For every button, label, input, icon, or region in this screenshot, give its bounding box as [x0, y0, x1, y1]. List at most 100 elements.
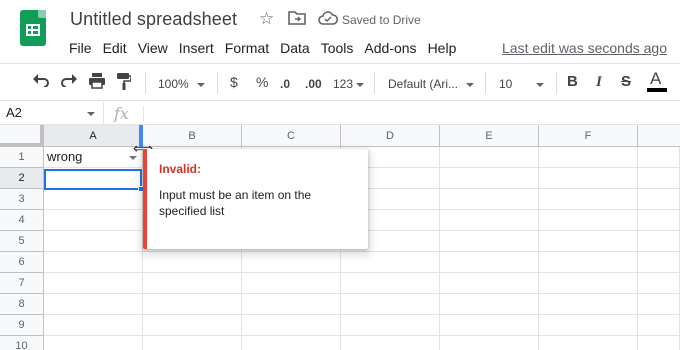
cell-a5[interactable]: [44, 231, 143, 252]
decrease-decimal-button[interactable]: .0: [280, 75, 290, 93]
cell-a7[interactable]: [44, 273, 143, 294]
sheets-logo-icon[interactable]: [20, 10, 46, 46]
move-folder-icon[interactable]: [288, 9, 306, 30]
row-header-6[interactable]: 6: [0, 252, 44, 273]
select-all-corner[interactable]: [0, 125, 44, 147]
zoom-select[interactable]: 100%: [158, 75, 205, 93]
increase-decimal-button[interactable]: .00: [305, 75, 322, 93]
text-color-button[interactable]: A: [650, 70, 661, 88]
cell-overflow[interactable]: [638, 147, 680, 168]
redo-icon[interactable]: [60, 73, 78, 91]
cell-a6[interactable]: [44, 252, 143, 273]
cell-overflow[interactable]: [638, 168, 680, 189]
cell-overflow[interactable]: [638, 336, 680, 350]
menu-file[interactable]: File: [69, 40, 92, 56]
row-header-8[interactable]: 8: [0, 294, 44, 315]
paint-format-icon[interactable]: [117, 73, 132, 94]
column-header-next[interactable]: [638, 125, 680, 147]
cell-f5[interactable]: [539, 231, 638, 252]
menu-insert[interactable]: Insert: [179, 40, 214, 56]
cell-c8[interactable]: [242, 294, 341, 315]
cell-overflow[interactable]: [638, 315, 680, 336]
column-header-d[interactable]: D: [341, 125, 440, 147]
cell-b9[interactable]: [143, 315, 242, 336]
menu-addons[interactable]: Add-ons: [364, 40, 416, 56]
cell-c7[interactable]: [242, 273, 341, 294]
cell-f2[interactable]: [539, 168, 638, 189]
menu-help[interactable]: Help: [428, 40, 457, 56]
percent-format-button[interactable]: %: [256, 73, 268, 91]
cell-overflow[interactable]: [638, 231, 680, 252]
cell-a3[interactable]: [44, 189, 143, 210]
cell-c6[interactable]: [242, 252, 341, 273]
menu-edit[interactable]: Edit: [103, 40, 127, 56]
cell-c10[interactable]: [242, 336, 341, 350]
cell-f1[interactable]: [539, 147, 638, 168]
row-header-10[interactable]: 10: [0, 336, 44, 350]
cell-b6[interactable]: [143, 252, 242, 273]
cell-a4[interactable]: [44, 210, 143, 231]
cell-e6[interactable]: [440, 252, 539, 273]
cell-d8[interactable]: [341, 294, 440, 315]
star-icon[interactable]: ☆: [259, 9, 274, 29]
menu-format[interactable]: Format: [225, 40, 269, 56]
italic-button[interactable]: I: [596, 73, 602, 91]
print-icon[interactable]: [88, 73, 106, 93]
column-header-b[interactable]: B: [143, 125, 242, 147]
cell-b10[interactable]: [143, 336, 242, 350]
name-box[interactable]: A2: [0, 102, 104, 125]
undo-icon[interactable]: [32, 73, 50, 91]
cell-e10[interactable]: [440, 336, 539, 350]
cell-d10[interactable]: [341, 336, 440, 350]
cell-b8[interactable]: [143, 294, 242, 315]
cell-overflow[interactable]: [638, 189, 680, 210]
column-header-f[interactable]: F: [539, 125, 638, 147]
cell-overflow[interactable]: [638, 273, 680, 294]
menu-tools[interactable]: Tools: [321, 40, 354, 56]
cell-f8[interactable]: [539, 294, 638, 315]
row-header-7[interactable]: 7: [0, 273, 44, 294]
cloud-saved-icon[interactable]: [318, 10, 339, 31]
row-header-9[interactable]: 9: [0, 315, 44, 336]
active-cell-a2[interactable]: [44, 169, 142, 190]
cell-f6[interactable]: [539, 252, 638, 273]
row-header-4[interactable]: 4: [0, 210, 44, 231]
cell-f4[interactable]: [539, 210, 638, 231]
cell-e5[interactable]: [440, 231, 539, 252]
strikethrough-button[interactable]: S: [621, 73, 631, 91]
currency-format-button[interactable]: $: [230, 73, 238, 91]
last-edit-link[interactable]: Last edit was seconds ago: [502, 40, 667, 56]
row-header-2[interactable]: 2: [0, 168, 44, 189]
column-header-a[interactable]: A: [44, 125, 143, 147]
cell-f9[interactable]: [539, 315, 638, 336]
row-header-1[interactable]: 1: [0, 147, 44, 168]
cell-overflow[interactable]: [638, 252, 680, 273]
menu-data[interactable]: Data: [280, 40, 310, 56]
cell-a8[interactable]: [44, 294, 143, 315]
menu-view[interactable]: View: [138, 40, 168, 56]
cell-e1[interactable]: [440, 147, 539, 168]
cell-e2[interactable]: [440, 168, 539, 189]
cell-f10[interactable]: [539, 336, 638, 350]
cell-e7[interactable]: [440, 273, 539, 294]
row-header-3[interactable]: 3: [0, 189, 44, 210]
more-formats-select[interactable]: 123: [333, 75, 365, 93]
cell-d7[interactable]: [341, 273, 440, 294]
column-header-c[interactable]: C: [242, 125, 341, 147]
cell-a9[interactable]: [44, 315, 143, 336]
cell-overflow[interactable]: [638, 294, 680, 315]
bold-button[interactable]: B: [567, 73, 578, 91]
cell-c9[interactable]: [242, 315, 341, 336]
dropdown-caret-icon[interactable]: [129, 156, 137, 160]
cell-e8[interactable]: [440, 294, 539, 315]
cell-f3[interactable]: [539, 189, 638, 210]
cell-overflow[interactable]: [638, 210, 680, 231]
cell-e3[interactable]: [440, 189, 539, 210]
column-header-e[interactable]: E: [440, 125, 539, 147]
font-family-select[interactable]: Default (Ari...: [388, 75, 475, 93]
cell-d9[interactable]: [341, 315, 440, 336]
font-size-select[interactable]: 10: [499, 75, 545, 93]
document-title[interactable]: Untitled spreadsheet: [70, 9, 237, 30]
cell-f7[interactable]: [539, 273, 638, 294]
cell-a10[interactable]: [44, 336, 143, 350]
